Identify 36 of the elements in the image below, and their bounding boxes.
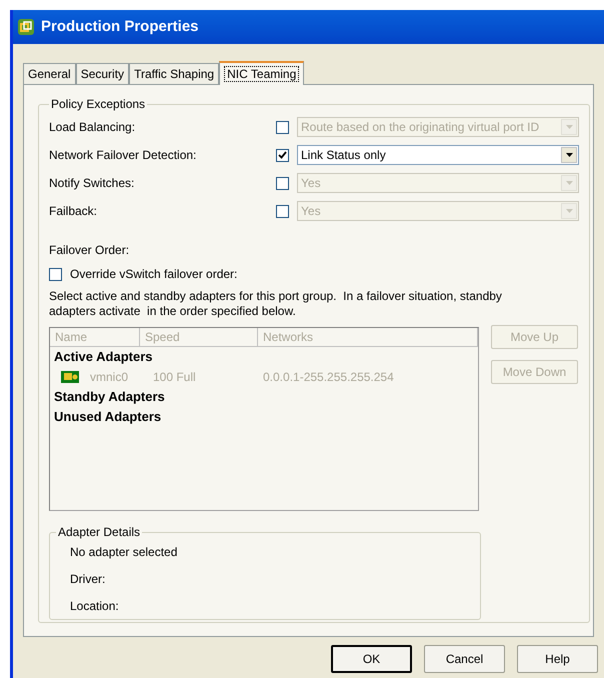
dropdown-value: Link Status only [301, 147, 387, 164]
field-label: Network Failover Detection: [49, 147, 198, 164]
dialog-button[interactable]: Cancel [424, 645, 505, 673]
dropdown-value: Yes [301, 203, 322, 220]
checkbox[interactable] [276, 148, 289, 162]
field-label: Failback: [49, 203, 98, 220]
tab[interactable]: General [23, 63, 76, 84]
check-icon [278, 151, 287, 159]
group-title: Policy Exceptions [50, 96, 146, 113]
section-label: Failover Order: [49, 242, 130, 259]
tab[interactable]: NIC Teaming [219, 61, 304, 85]
detail-text: No adapter selected [70, 544, 178, 561]
group-heading: Active Adapters [53, 348, 154, 366]
field-label: Load Balancing: [49, 119, 136, 136]
dropdown[interactable]: Link Status only [297, 145, 579, 165]
table-cell-text: vmnic0 [90, 369, 130, 386]
tab[interactable]: Security [76, 63, 130, 84]
network-card-icon [61, 370, 79, 384]
app-logo-icon [17, 18, 35, 36]
dialog-button[interactable]: Help [517, 645, 598, 673]
group-heading: Standby Adapters [53, 388, 166, 406]
table-cell-text: 100 Full [152, 369, 197, 386]
checkbox[interactable] [49, 268, 62, 280]
detail-text: Location: [70, 598, 120, 615]
dialog-button[interactable]: OK [331, 645, 412, 673]
table-cell-text: 0.0.0.1-255.255.255.254 [262, 369, 394, 386]
group-heading: Unused Adapters [53, 408, 162, 426]
dropdown-value: Route based on the originating virtual port ID [301, 119, 540, 136]
dropdown-value: Yes [301, 175, 322, 192]
group-title: Adapter Details [57, 524, 142, 541]
description-text: Select active and standby adapters for this port group. In a failover situation, standby adapters activate in the order specified below. [49, 289, 503, 319]
checkbox-label: Override vSwitch failover order: [70, 266, 238, 283]
window-title: Production Properties [41, 16, 199, 37]
detail-text: Driver: [70, 571, 106, 588]
field-label: Notify Switches: [49, 175, 136, 192]
tab[interactable]: Traffic Shaping [129, 63, 220, 84]
